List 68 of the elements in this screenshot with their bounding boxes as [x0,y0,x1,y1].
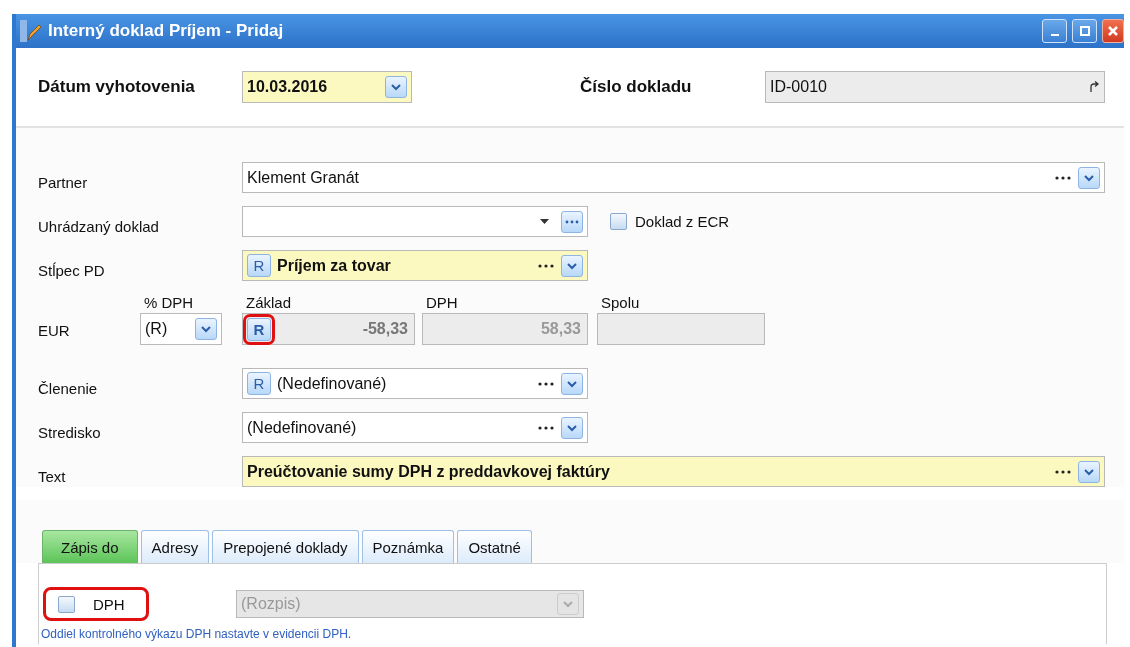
column-heading: Základ [245,294,293,313]
field-label: Partner [38,173,89,191]
more-icon[interactable] [537,380,555,387]
chevron-icon [563,600,573,608]
field-label: Stĺpec PD [38,261,106,279]
input-field[interactable]: (Nedefinované) [242,412,588,443]
date-field[interactable]: 10.03.2016 [242,71,412,103]
more-icon[interactable] [1054,468,1072,475]
select-field[interactable]: (R) [140,313,222,345]
field-label: Uhrádzaný doklad [38,217,160,235]
chevron-icon [1084,173,1094,182]
input-field[interactable]: R Príjem za tovar [242,250,588,281]
chevron-icon [567,423,577,432]
input-field[interactable]: Klement Granát [242,162,1105,193]
more-icon [565,219,579,224]
tab[interactable]: Adresy [140,530,210,563]
more-icon[interactable] [537,424,555,431]
checkbox[interactable] [58,595,75,613]
dropdown-button[interactable] [561,372,583,395]
tab[interactable]: Prepojené doklady [212,530,359,563]
more-icon[interactable] [1054,174,1072,181]
chevron-icon [567,379,577,388]
chevron-icon [1084,467,1094,476]
dropdown-button[interactable] [561,416,583,439]
dropdown-button[interactable] [1078,460,1100,483]
hint-text: Oddiel kontrolného výkazu DPH nastavte v evidencii DPH. [40,626,353,641]
amount-field[interactable]: R -58,33 [242,313,415,345]
close-icon [1107,25,1119,37]
caret-icon[interactable] [540,219,549,224]
checkbox[interactable] [610,213,627,230]
window-title: Interný doklad Príjem - Pridaj [48,21,284,41]
refresh-icon[interactable] [1088,81,1100,93]
document-number-field[interactable]: ID-0010 [765,71,1105,103]
maximize-icon [1079,26,1090,36]
minimize-icon [1050,34,1059,36]
chevron-icon [567,261,577,270]
tab[interactable]: Poznámka [361,530,455,563]
maximize-button[interactable] [1072,19,1097,43]
minimize-button[interactable] [1042,19,1067,43]
checkbox-label: Doklad z ECR [635,213,730,230]
field-label: Členenie [38,379,99,397]
more-icon[interactable] [537,262,555,269]
document-number-label: Číslo dokladu [580,77,693,97]
more-button[interactable] [561,210,583,233]
date-label: Dátum vyhotovenia [38,77,196,97]
column-heading: Spolu [600,294,641,313]
close-button[interactable] [1102,19,1124,43]
column-heading: DPH [425,294,459,313]
input-field[interactable]: R (Nedefinované) [242,368,588,399]
r-button[interactable]: R [247,254,271,277]
dropdown-button[interactable] [561,254,583,277]
r-button[interactable]: R [247,372,271,395]
column-heading: % DPH [143,294,195,313]
field-label: Text [38,467,67,485]
chevron-icon [201,325,211,333]
tab[interactable]: Ostatné [457,530,532,563]
dropdown-button[interactable] [195,318,217,340]
input-field[interactable]: Preúčtovanie sumy DPH z preddavkovej faktúry [242,456,1105,487]
pencil-icon [20,20,42,42]
input-field[interactable] [242,206,588,237]
currency-label: EUR [38,322,71,341]
dropdown-button[interactable] [385,76,407,98]
tab[interactable]: Zápis do [42,530,138,563]
checkbox-label: DPH [93,595,125,613]
field-label: Stredisko [38,423,102,441]
dropdown-button[interactable] [1078,166,1100,189]
amount-field[interactable] [597,313,765,345]
chevron-icon [391,83,401,91]
